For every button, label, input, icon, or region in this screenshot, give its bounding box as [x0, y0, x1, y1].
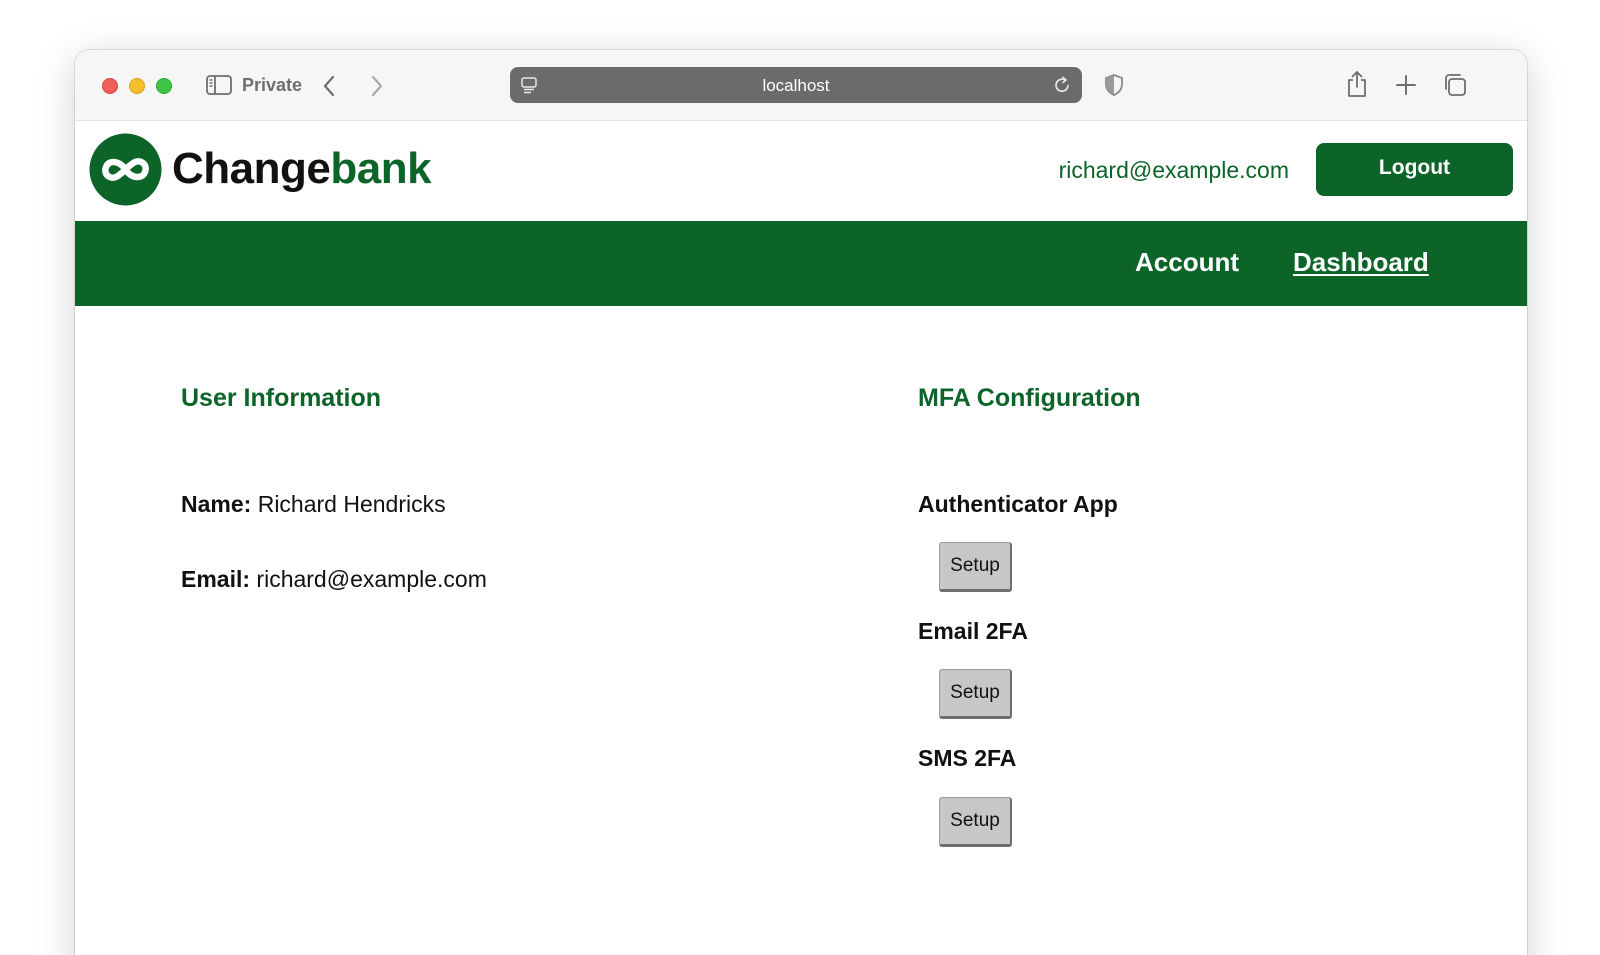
mfa-authenticator-label: Authenticator App [918, 491, 1118, 517]
brand-name[interactable]: Changebank [172, 144, 432, 194]
sidebar-toggle-icon[interactable] [205, 74, 233, 96]
name-label: Name: [181, 491, 252, 517]
new-tab-icon[interactable] [1393, 72, 1419, 98]
forward-icon[interactable] [363, 72, 391, 100]
page-content: Changebank richard@example.com Logout Ac… [75, 121, 1527, 955]
email-label: Email: [181, 566, 251, 592]
nav-dashboard-link[interactable]: Dashboard [1293, 247, 1429, 278]
close-window-button[interactable] [102, 78, 118, 94]
main-nav: Account Dashboard [75, 221, 1527, 306]
user-name-line: Name: Richard Hendricks [181, 491, 446, 518]
browser-toolbar: Private localhost [75, 50, 1527, 121]
browser-window: Private localhost Changebank richard@exa… [75, 50, 1527, 955]
minimize-window-button[interactable] [129, 78, 145, 94]
header-user-email: richard@example.com [1058, 157, 1289, 183]
share-icon[interactable] [1343, 69, 1371, 99]
back-icon[interactable] [315, 72, 343, 100]
sms-2fa-setup-button[interactable]: Setup [939, 797, 1012, 847]
email-2fa-setup-button[interactable]: Setup [939, 669, 1012, 719]
brand-name-part2: bank [330, 144, 432, 193]
nav-account-link[interactable]: Account [1135, 247, 1239, 278]
logo-icon[interactable] [89, 133, 162, 206]
brand-name-part1: Change [172, 144, 331, 193]
user-email-line: Email: richard@example.com [181, 566, 487, 593]
name-value: Richard Hendricks [257, 491, 446, 517]
logout-button[interactable]: Logout [1316, 143, 1513, 196]
zoom-window-button[interactable] [156, 78, 172, 94]
email-value: richard@example.com [256, 566, 487, 592]
tabs-overview-icon[interactable] [1441, 71, 1469, 99]
address-bar[interactable]: localhost [510, 67, 1082, 103]
mfa-email-label: Email 2FA [918, 618, 1028, 644]
reload-icon[interactable] [1052, 75, 1072, 95]
shield-icon[interactable] [1102, 72, 1126, 98]
mfa-sms-label: SMS 2FA [918, 745, 1017, 771]
private-browsing-label: Private [242, 75, 303, 95]
site-header: Changebank richard@example.com Logout [75, 121, 1527, 221]
authenticator-setup-button[interactable]: Setup [939, 542, 1012, 592]
mfa-config-title: MFA Configuration [918, 384, 1141, 412]
url-text: localhost [762, 76, 830, 95]
user-info-title: User Information [181, 384, 382, 412]
